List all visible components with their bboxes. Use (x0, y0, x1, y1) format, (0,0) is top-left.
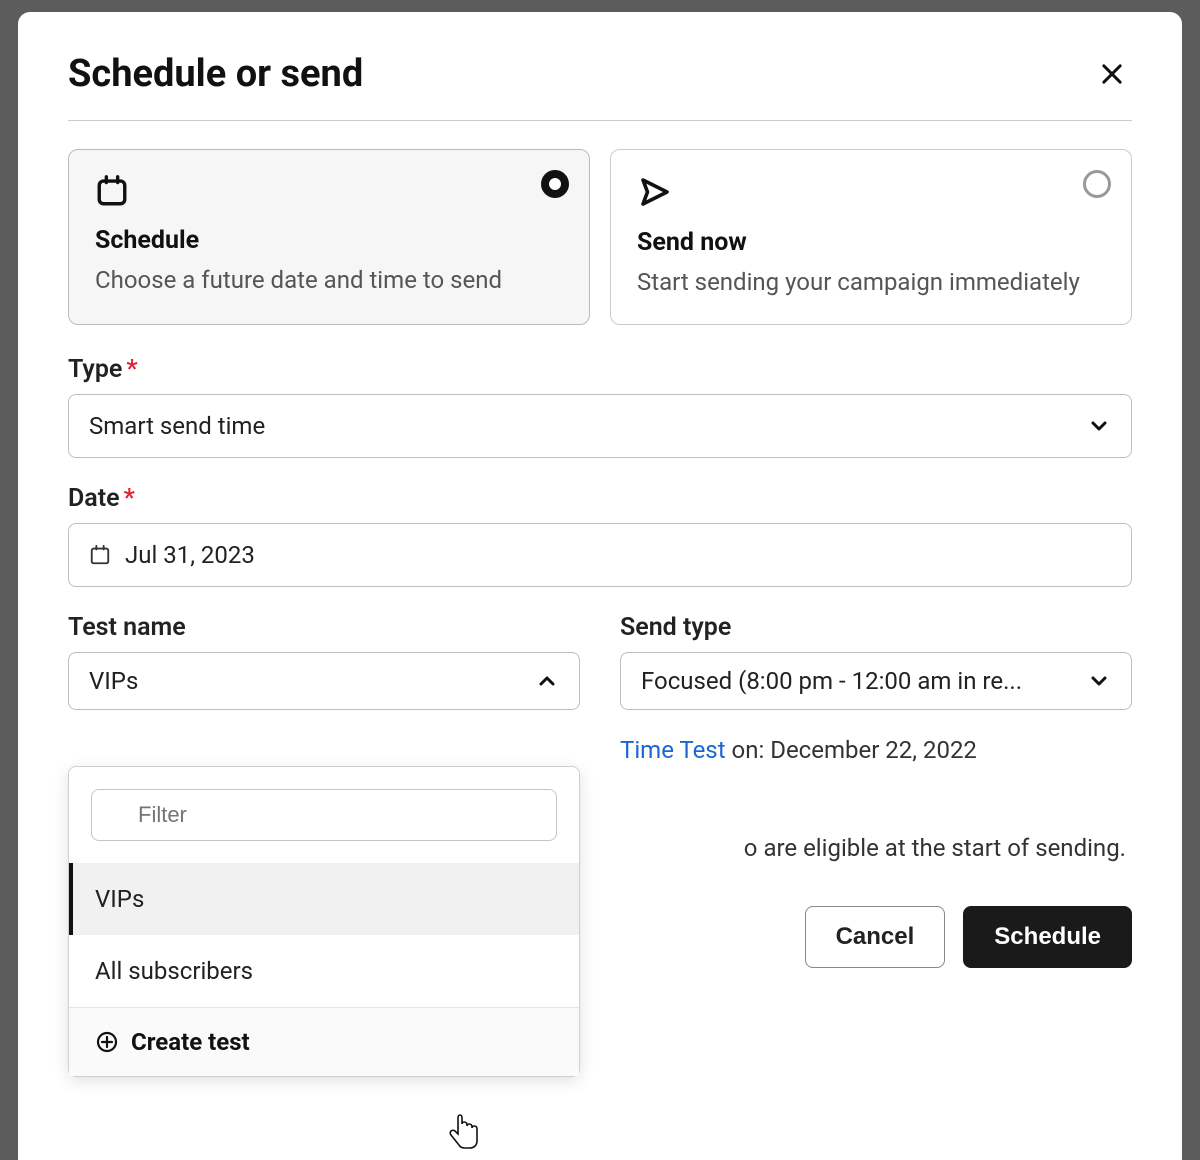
type-label: Type* (68, 355, 1132, 384)
calendar-icon (95, 174, 563, 212)
required-mark: * (124, 484, 135, 513)
chevron-up-icon (535, 669, 559, 693)
cancel-button[interactable]: Cancel (805, 906, 946, 968)
send-icon (637, 174, 1105, 214)
modal-header: Schedule or send (68, 52, 1132, 121)
close-button[interactable] (1092, 54, 1132, 94)
plus-circle-icon (95, 1030, 119, 1054)
dropdown-option-all-subscribers[interactable]: All subscribers (69, 935, 579, 1007)
type-field: Type* Smart send time (68, 355, 1132, 458)
sendnow-desc: Start sending your campaign immediately (637, 265, 1105, 300)
time-test-info: Time Test on: December 22, 2022 (620, 736, 1132, 764)
modal-title: Schedule or send (68, 52, 363, 96)
schedule-send-modal: Schedule or send Schedule Choose a futur… (18, 12, 1182, 1160)
dropdown-search (69, 767, 579, 863)
time-test-date: on: December 22, 2022 (726, 736, 977, 764)
calendar-icon (89, 544, 111, 566)
time-test-link[interactable]: Time Test (620, 736, 726, 764)
testname-label: Test name (68, 613, 580, 642)
chevron-down-icon (1087, 414, 1111, 438)
send-type-col: Send type Focused (8:00 pm - 12:00 am in… (620, 613, 1132, 764)
test-name-col: Test name VIPs VIPs All subscribers (68, 613, 580, 764)
radio-selected-icon (541, 170, 569, 198)
testname-dropdown: VIPs All subscribers Create test (68, 766, 580, 1077)
schedule-desc: Choose a future date and time to send (95, 263, 563, 298)
create-test-label: Create test (131, 1028, 250, 1056)
required-mark: * (126, 355, 137, 384)
schedule-title: Schedule (95, 226, 563, 255)
sendnow-title: Send now (637, 228, 1105, 257)
send-options: Schedule Choose a future date and time t… (68, 149, 1132, 325)
radio-unselected-icon (1083, 170, 1111, 198)
dropdown-option-vips[interactable]: VIPs (69, 863, 579, 935)
date-input[interactable]: Jul 31, 2023 (68, 523, 1132, 587)
type-select[interactable]: Smart send time (68, 394, 1132, 458)
testname-value: VIPs (89, 667, 138, 695)
date-label: Date* (68, 484, 1132, 513)
option-card-sendnow[interactable]: Send now Start sending your campaign imm… (610, 149, 1132, 325)
sendtype-value: Focused (8:00 pm - 12:00 am in re... (641, 667, 1087, 695)
create-test-button[interactable]: Create test (69, 1007, 579, 1076)
chevron-down-icon (1087, 669, 1111, 693)
sendtype-label: Send type (620, 613, 1132, 642)
option-card-schedule[interactable]: Schedule Choose a future date and time t… (68, 149, 590, 325)
date-field: Date* Jul 31, 2023 (68, 484, 1132, 587)
test-send-row: Test name VIPs VIPs All subscribers (68, 613, 1132, 764)
sendtype-select[interactable]: Focused (8:00 pm - 12:00 am in re... (620, 652, 1132, 710)
schedule-button[interactable]: Schedule (963, 906, 1132, 968)
date-value: Jul 31, 2023 (125, 541, 255, 569)
close-icon (1098, 60, 1126, 88)
type-value: Smart send time (89, 412, 1087, 440)
filter-input[interactable] (91, 789, 557, 841)
testname-select[interactable]: VIPs (68, 652, 580, 710)
